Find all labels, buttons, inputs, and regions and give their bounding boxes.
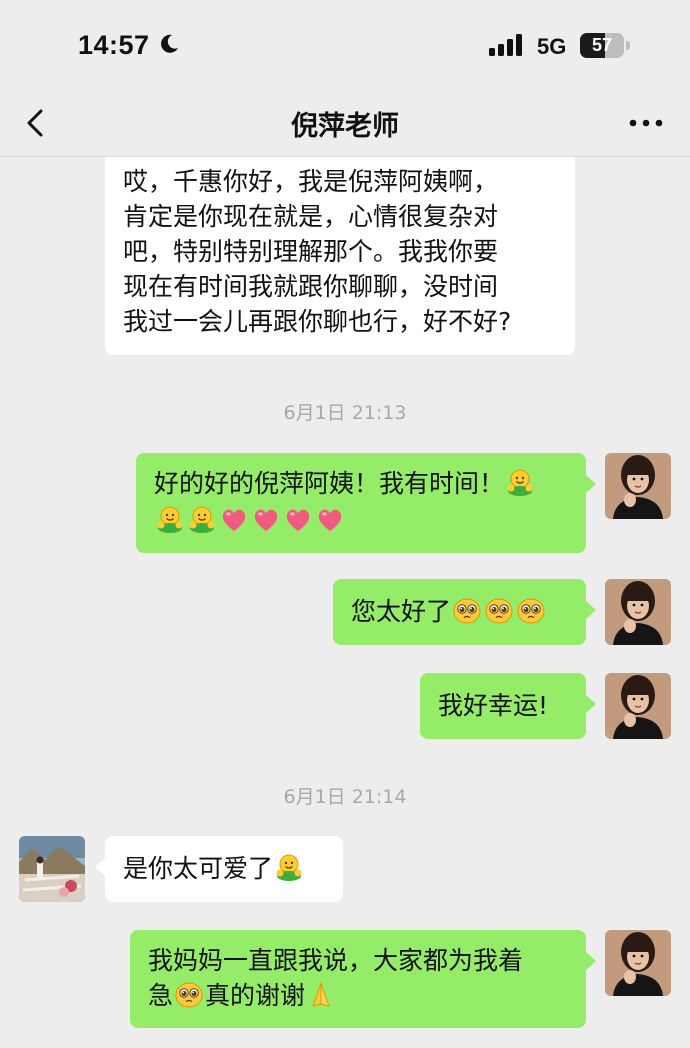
timestamp: 6月1日 21:14	[283, 786, 407, 808]
message-text: 吧，特别特别理解那个。我我你要	[123, 237, 499, 266]
pleading-face-emoji-icon	[175, 982, 203, 1008]
bubble-tail	[95, 858, 105, 876]
message-text: 是你太可爱了	[123, 854, 274, 883]
pleading-face-emoji-icon	[517, 598, 545, 624]
more-dots-icon[interactable]	[628, 110, 664, 136]
message-text: 我好幸运!	[438, 691, 549, 720]
self-avatar[interactable]	[605, 579, 671, 645]
battery-icon: 57	[580, 33, 632, 58]
message-text: 您太好了	[351, 597, 452, 626]
message-text: 我过一会儿再跟你聊也行，好不好?	[123, 307, 512, 336]
status-bar: 14:57 5G 57	[0, 0, 690, 90]
message-text: 真的谢谢	[205, 981, 306, 1010]
heart-emoji-icon	[286, 509, 310, 531]
bubble-tail	[586, 601, 596, 619]
smile-hug-emoji-icon	[188, 506, 216, 534]
message-text: 现在有时间我就跟你聊聊，没时间	[123, 272, 499, 301]
battery-level: 57	[591, 35, 613, 55]
contact-avatar[interactable]	[19, 836, 85, 902]
message-bubble-outgoing[interactable]: 我妈妈一直跟我说，大家都为我着 急 真的谢谢	[130, 930, 586, 1028]
message-text: 哎，千惠你好，我是倪萍阿姨啊，	[123, 167, 499, 196]
message-text: 好的好的倪萍阿姨！我有时间！	[154, 469, 505, 498]
chat-header: 倪萍老师	[0, 90, 690, 157]
bubble-tail	[586, 695, 596, 713]
self-avatar[interactable]	[605, 673, 671, 739]
message-bubble-incoming[interactable]: 是你太可爱了	[105, 836, 343, 902]
heart-emoji-icon	[254, 509, 278, 531]
status-time: 14:57	[78, 30, 150, 60]
message-bubble-outgoing[interactable]: 我好幸运!	[420, 673, 586, 739]
signal-bars-icon	[489, 34, 522, 56]
timestamp: 6月1日 21:13	[283, 402, 407, 424]
smile-hug-emoji-icon	[506, 469, 534, 497]
pleading-face-emoji-icon	[485, 598, 513, 624]
message-text: 肯定是你现在就是，心情很复杂对	[123, 202, 499, 231]
folded-hands-emoji-icon	[312, 982, 330, 1007]
bubble-tail	[586, 475, 596, 493]
heart-emoji-icon	[318, 509, 342, 531]
smile-hug-emoji-icon	[275, 854, 303, 882]
bubble-tail	[586, 952, 596, 970]
message-list[interactable]: 哎，千惠你好，我是倪萍阿姨啊， 肯定是你现在就是，心情很复杂对 吧，特别特别理解…	[0, 157, 690, 1048]
message-text: 我妈妈一直跟我说，大家都为我着	[148, 946, 524, 975]
chat-title: 倪萍老师	[291, 111, 399, 142]
pleading-face-emoji-icon	[453, 598, 481, 624]
message-bubble-outgoing[interactable]: 您太好了	[333, 579, 586, 645]
heart-emoji-icon	[222, 509, 246, 531]
smile-hug-emoji-icon	[156, 506, 184, 534]
message-bubble-outgoing[interactable]: 好的好的倪萍阿姨！我有时间！	[136, 453, 586, 553]
message-text: 急	[148, 981, 174, 1010]
network-type: 5G	[537, 34, 567, 59]
message-bubble-incoming[interactable]: 哎，千惠你好，我是倪萍阿姨啊， 肯定是你现在就是，心情很复杂对 吧，特别特别理解…	[105, 157, 575, 355]
moon-icon	[161, 34, 178, 53]
self-avatar[interactable]	[605, 930, 671, 996]
self-avatar[interactable]	[605, 453, 671, 519]
